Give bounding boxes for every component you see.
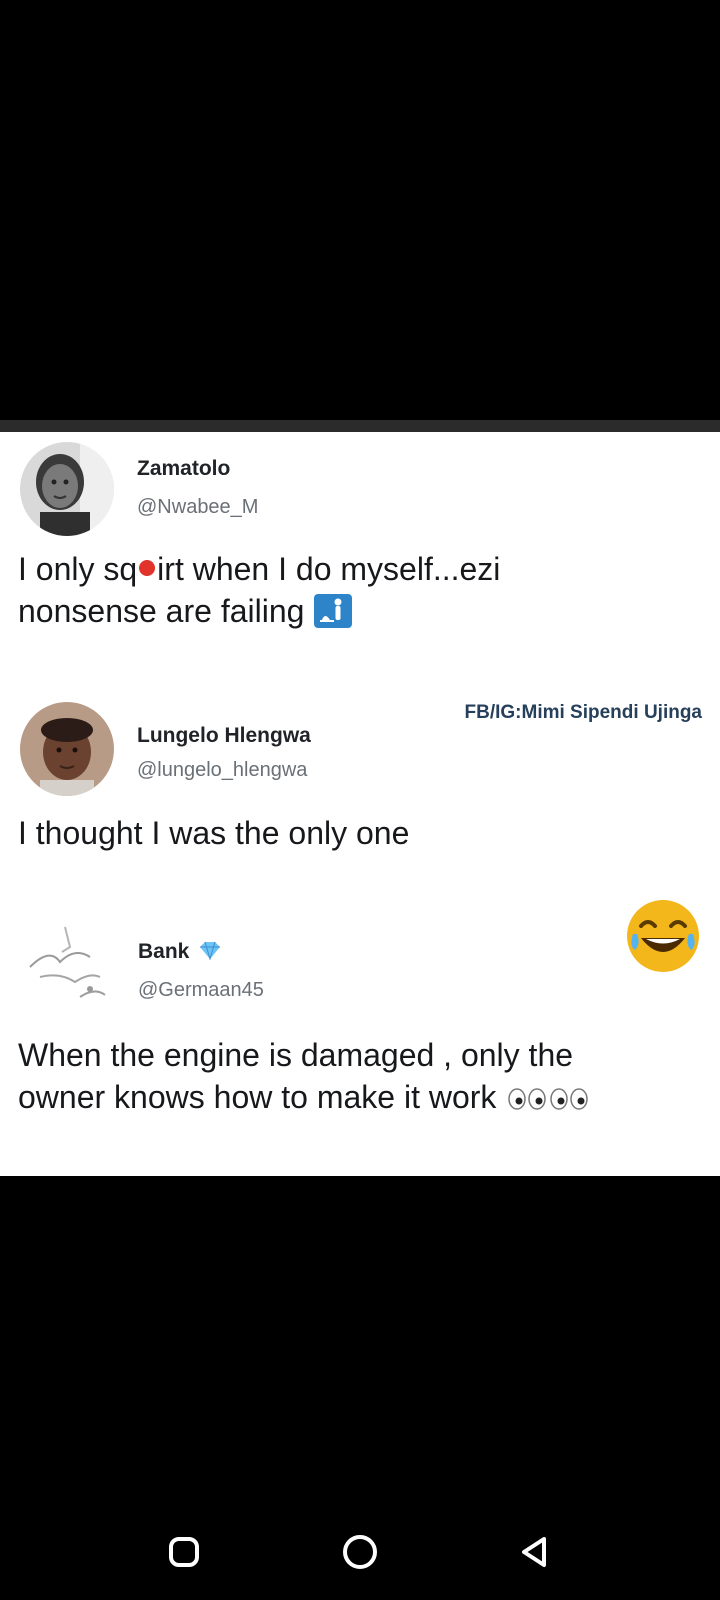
avatar-lungelo[interactable] xyxy=(20,702,114,796)
back-icon[interactable] xyxy=(512,1530,556,1574)
diamond-icon xyxy=(197,940,223,966)
home-icon[interactable] xyxy=(338,1530,382,1574)
post-text: I thought I was the only one xyxy=(18,815,410,851)
system-navigation-bar xyxy=(0,1500,720,1600)
post-author-handle[interactable]: @lungelo_hlengwa xyxy=(137,759,307,782)
post-author-handle[interactable]: @Germaan45 xyxy=(138,979,264,1002)
post-author-handle[interactable]: @Nwabee_M xyxy=(137,496,258,519)
post-author-name[interactable]: Zamatolo xyxy=(137,457,230,481)
post-author-name[interactable]: Bank xyxy=(138,940,223,966)
avatar-zamatolo[interactable] xyxy=(20,442,114,536)
post-text: I only sq irt when I do myself...ezi nons… xyxy=(18,548,698,638)
recents-icon[interactable] xyxy=(162,1530,206,1574)
post-author-name[interactable]: Lungelo Hlengwa xyxy=(137,724,311,748)
top-black-area xyxy=(0,0,720,420)
post-text: When the engine is damaged , only the ow… xyxy=(18,1034,698,1120)
restroom-icon xyxy=(314,594,353,638)
eyes-icon xyxy=(508,1078,590,1120)
laughing-tears-icon xyxy=(623,896,703,976)
post-text-part: owner knows how to make it work xyxy=(18,1079,497,1115)
divider xyxy=(0,420,720,432)
red-circle-icon xyxy=(139,560,156,576)
post-author-name-text[interactable]: Bank xyxy=(138,940,189,963)
post-text-part: When the engine is damaged , only the xyxy=(18,1037,574,1073)
post-text-part: nonsense are failing xyxy=(18,593,305,629)
screenshot-card: Zamatolo @Nwabee_M I only sq irt when I d… xyxy=(0,432,720,1176)
post-text-part: I only sq xyxy=(18,551,138,587)
post-text-part: irt when I do myself...ezi xyxy=(157,551,501,587)
watermark-text: FB/IG:Mimi Sipendi Ujinga xyxy=(464,702,703,723)
avatar-bank[interactable] xyxy=(20,917,120,1017)
